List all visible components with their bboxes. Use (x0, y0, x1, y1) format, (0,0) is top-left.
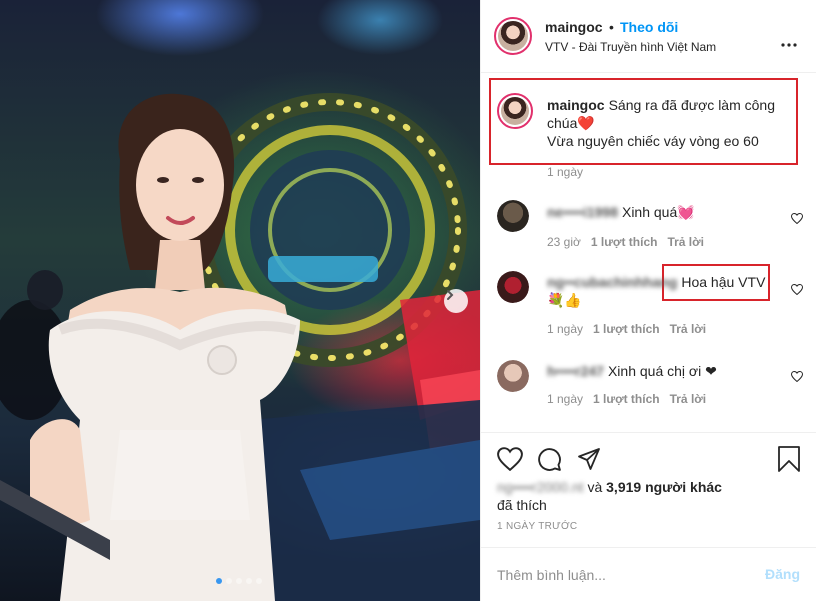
location-link[interactable]: VTV - Đài Truyền hình Việt Nam (545, 40, 716, 54)
heart-icon[interactable] (790, 211, 804, 229)
comment-input[interactable] (497, 562, 747, 588)
comment-text: ne••••i1998 Xinh quá💓 (547, 203, 695, 221)
comment-icon[interactable] (537, 447, 562, 477)
heart-icon[interactable] (790, 282, 804, 300)
heart-emoji: ❤️ (577, 115, 595, 131)
reply-button[interactable]: Trả lời (667, 235, 704, 249)
carousel-dot (216, 578, 222, 584)
comment-body: Hoa hậu VTV (681, 274, 766, 290)
caption-line-2: Vừa nguyên chiếc váy vòng eo 60 (547, 133, 759, 149)
follow-button[interactable]: Theo dõi (620, 19, 678, 35)
comment-likes[interactable]: 1 lượt thích (593, 322, 660, 336)
post-comment-button[interactable]: Đăng (765, 566, 800, 582)
comment-body: Xinh quá chị ơi ❤ (607, 363, 717, 379)
header-separator: • (609, 19, 614, 35)
liked-by-user[interactable]: ng••••r2000.nt (497, 479, 584, 495)
heart-icon[interactable] (497, 447, 523, 476)
photo-scene (0, 93, 480, 601)
reply-button[interactable]: Trả lời (670, 392, 707, 406)
share-icon[interactable] (577, 447, 601, 476)
comment-meta: 1 ngày 1 lượt thích Trả lời (547, 322, 706, 336)
comment-meta: 1 ngày 1 lượt thích Trả lời (547, 392, 706, 406)
post-photo[interactable] (0, 0, 480, 601)
add-comment-bar: Đăng (481, 547, 816, 601)
caption-text: maingoc Sáng ra đã được làm công chúa❤️ V… (547, 96, 787, 150)
likes-suffix: đã thích (497, 497, 547, 513)
bookmark-icon[interactable] (777, 446, 801, 477)
avatar[interactable] (497, 200, 529, 232)
comment-body: Xinh quá💓 (621, 204, 695, 220)
post-header: maingoc • Theo dõi VTV - Đài Truyền hình… (481, 0, 816, 73)
post-panel: maingoc • Theo dõi VTV - Đài Truyền hình… (480, 0, 816, 601)
carousel-dot (236, 578, 242, 584)
comment-time[interactable]: 23 giờ (547, 235, 581, 249)
caption-time[interactable]: 1 ngày (547, 165, 583, 179)
likes-count[interactable]: 3,919 người khác (606, 479, 722, 495)
comment-likes[interactable]: 1 lượt thích (591, 235, 658, 249)
comment-username[interactable]: ng••cubachinhhang (547, 274, 677, 290)
next-photo-button[interactable] (444, 289, 468, 313)
reply-button[interactable]: Trả lời (670, 322, 707, 336)
post-timestamp[interactable]: 1 NGÀY TRƯỚC (497, 521, 577, 532)
carousel-dot (256, 578, 262, 584)
avatar[interactable] (494, 17, 532, 55)
comment-username[interactable]: h••••r247 (547, 363, 604, 379)
carousel-dots (216, 578, 262, 584)
likes-and: và (587, 479, 603, 495)
comment-time[interactable]: 1 ngày (547, 392, 583, 406)
comment-username[interactable]: ne••••i1998 (547, 204, 618, 220)
comment-meta: 23 giờ 1 lượt thích Trả lời (547, 235, 704, 249)
carousel-dot (246, 578, 252, 584)
comment-time[interactable]: 1 ngày (547, 322, 583, 336)
avatar[interactable] (497, 360, 529, 392)
heart-icon[interactable] (790, 369, 804, 387)
avatar[interactable] (497, 93, 533, 129)
caption-username[interactable]: maingoc (547, 97, 605, 113)
carousel-dot (226, 578, 232, 584)
comment-emoji: 💐👍 (547, 292, 582, 308)
avatar[interactable] (497, 271, 529, 303)
header-username[interactable]: maingoc (545, 19, 603, 35)
comment-text: h••••r247 Xinh quá chị ơi ❤ (547, 362, 717, 380)
likes-summary: ng••••r2000.nt và 3,919 người khác đã th… (497, 478, 787, 514)
comment-text: ng••cubachinhhang Hoa hậu VTV 💐👍 (547, 273, 797, 309)
comment-likes[interactable]: 1 lượt thích (593, 392, 660, 406)
more-icon[interactable] (781, 34, 797, 52)
